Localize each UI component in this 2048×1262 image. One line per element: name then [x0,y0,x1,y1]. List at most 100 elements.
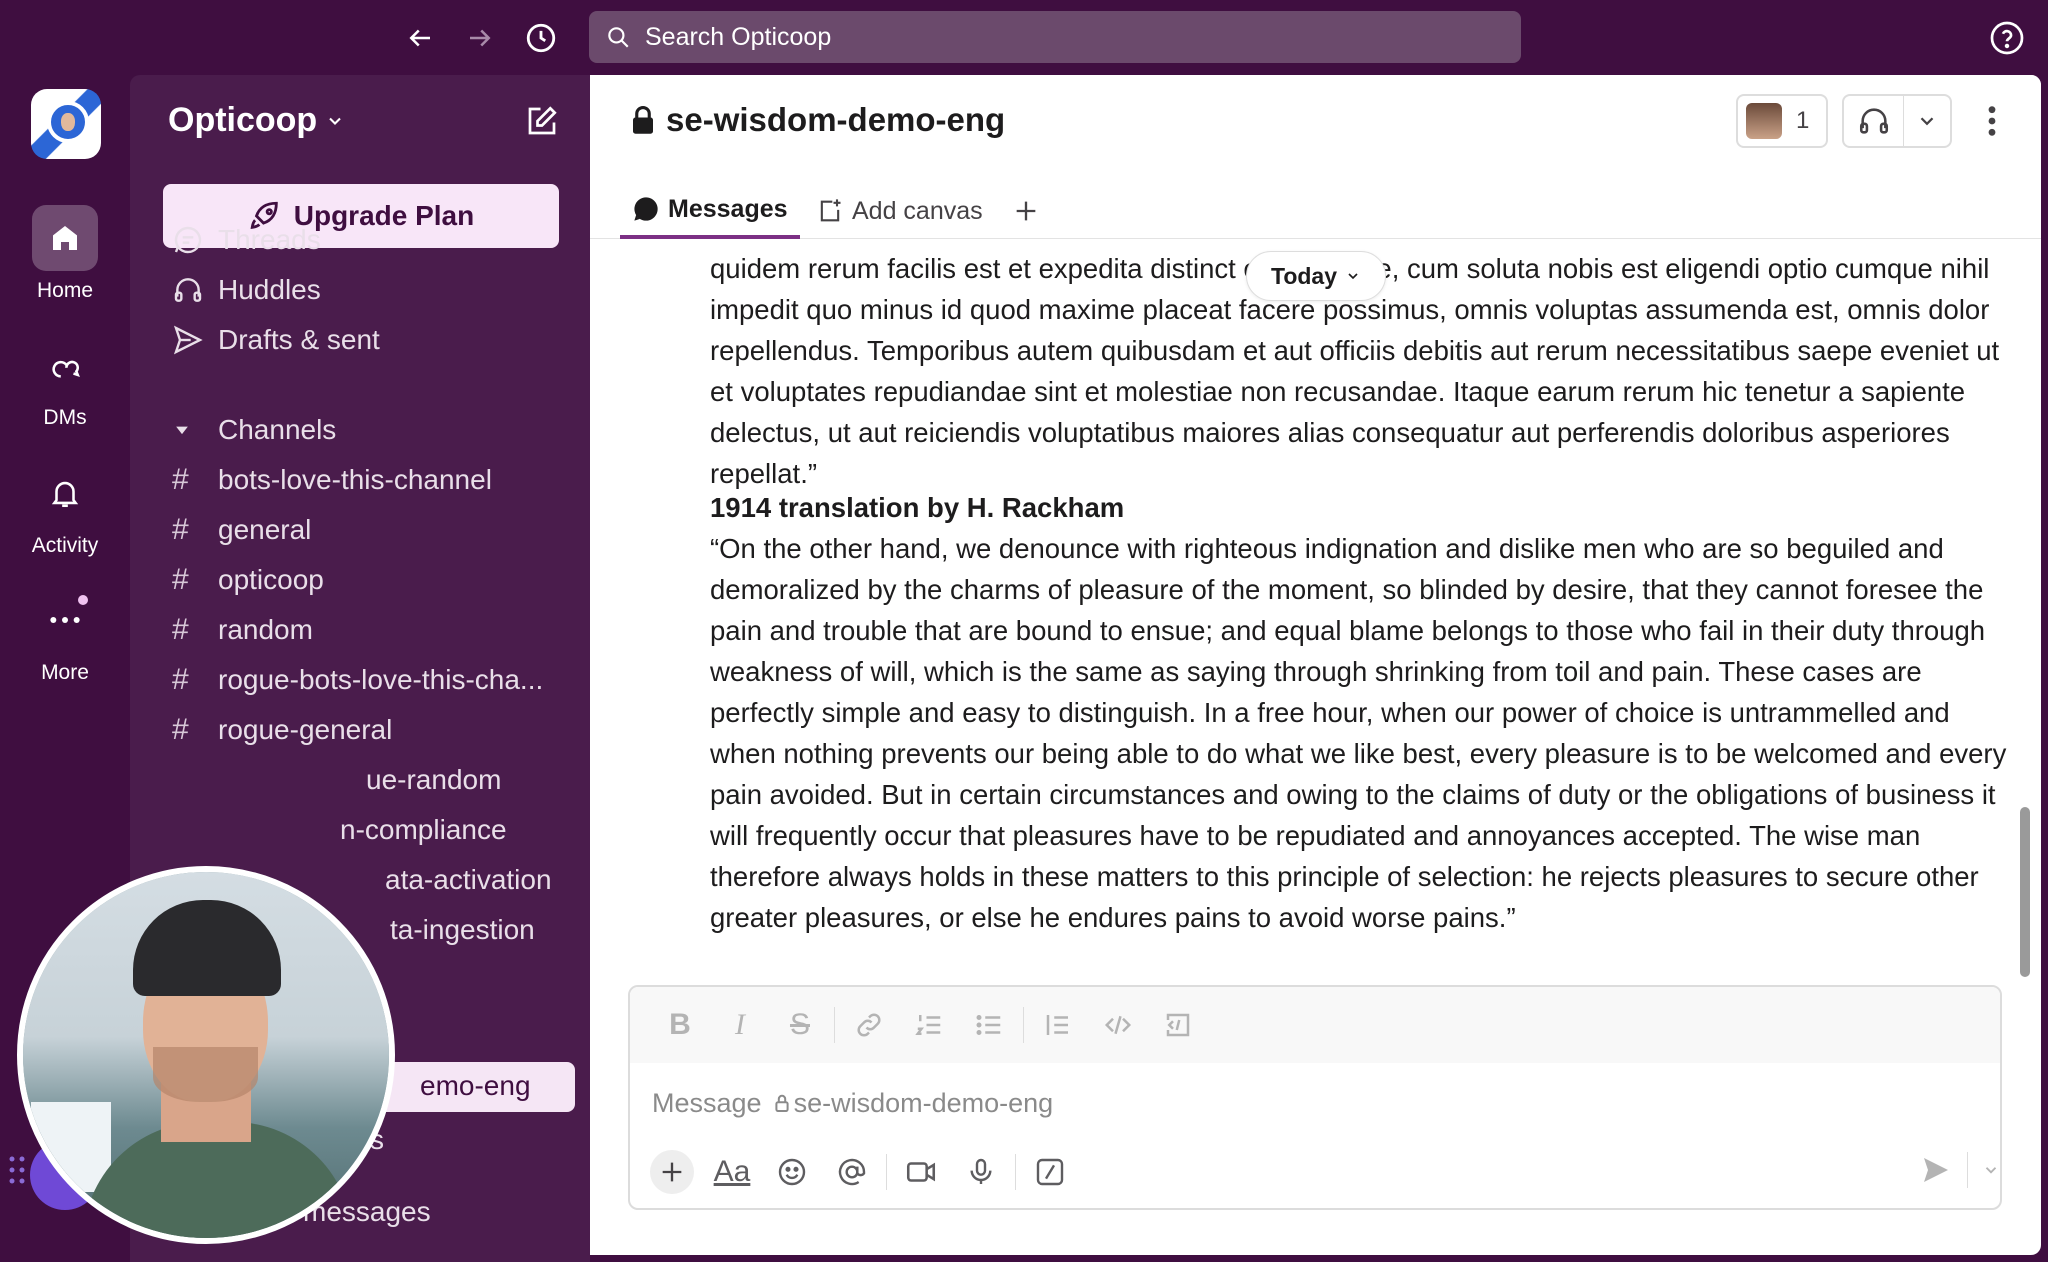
send-button[interactable] [1920,1143,2000,1197]
chevron-down-icon [329,117,341,125]
channel-label: bots-love-this-channel [218,464,492,495]
blockquote-icon[interactable] [1028,995,1088,1055]
link-icon[interactable] [839,995,899,1055]
scrollbar[interactable] [2020,807,2030,977]
message-heading: 1914 translation by H. Rackham [710,492,1125,523]
sidebar-channel[interactable]: n-compliance [340,808,507,852]
huddle-button[interactable] [1842,94,1952,148]
tab-label: Add canvas [852,196,983,225]
toolbar-divider [1015,1154,1016,1190]
channel-label: ue-random [366,764,502,795]
date-divider-label: Today [1270,262,1338,289]
rail-activity-label: Activity [31,534,99,557]
message-placeholder: Message [652,1087,762,1118]
code-icon[interactable] [1088,995,1148,1055]
numbered-list-icon[interactable] [899,995,959,1055]
channels-section-header[interactable]: Channels [172,408,336,452]
sidebar-item-label: Drafts & sent [218,324,380,355]
channel-label: ata-activation [385,864,552,895]
message-bubble-icon [634,197,658,221]
tab-add-canvas[interactable]: Add canvas [816,183,983,239]
channel-header: se-wisdom-demo-eng 1 Messages Add canvas [590,75,2041,239]
message-input[interactable]: Message se-wisdom-demo-eng [652,1083,1952,1123]
video-icon[interactable] [891,1142,951,1202]
rail-dms-label: DMs [43,406,87,429]
lock-icon [633,105,653,134]
caret-down-icon [172,420,206,440]
kebab-menu-icon[interactable] [1974,97,2010,145]
sidebar-channel[interactable]: # rogue-bots-love-this-cha... [172,658,543,702]
chevron-down-icon[interactable] [1904,110,1950,132]
shortcuts-icon[interactable] [1020,1142,1080,1202]
hash-icon: # [172,713,189,746]
webcam-video-bubble[interactable] [17,866,395,1244]
code-block-icon[interactable] [1148,995,1208,1055]
home-icon [32,205,98,271]
hash-icon: # [172,563,189,596]
channel-label: rogue-general [218,714,393,745]
headphones-icon[interactable] [1844,96,1904,146]
sidebar-channel[interactable]: ta-ingestion [390,908,535,952]
sidebar-channel[interactable]: # general [172,508,311,552]
sidebar-channel[interactable]: # rogue-general [172,708,392,752]
send-icon [1924,1158,1948,1182]
workspace-menu[interactable]: Opticoop [168,101,345,140]
sidebar-item-drafts[interactable]: Drafts & sent [172,318,380,362]
search-icon [608,27,629,48]
tab-messages[interactable]: Messages [620,183,800,239]
mention-icon[interactable] [822,1142,882,1202]
microphone-icon[interactable] [951,1142,1011,1202]
emoji-icon[interactable] [762,1142,822,1202]
bold-icon[interactable]: B [650,995,710,1055]
sidebar-item-label: Huddles [218,274,321,305]
more-icon [32,587,98,653]
sidebar-channel[interactable]: # random [172,608,313,652]
rail-activity[interactable]: Activity [0,460,130,558]
member-count-button[interactable]: 1 [1736,94,1828,148]
formatting-toolbar: B I S [630,987,2000,1063]
workspace-name: Opticoop [168,101,318,139]
rail-more-label: More [41,661,89,684]
help-icon[interactable] [1987,18,2027,58]
date-divider-button[interactable]: Today [1246,251,1386,301]
workspace-logo[interactable] [31,89,101,159]
channel-label: ta-ingestion [390,914,535,945]
plus-icon[interactable] [650,1150,694,1194]
message-list[interactable]: quidem rerum facilis est et expedita dis… [590,240,2041,955]
plus-icon [1016,201,1036,221]
back-arrow-icon[interactable] [398,16,442,60]
search-bar[interactable]: Search Opticoop [589,11,1521,63]
bulleted-list-icon[interactable] [959,995,1019,1055]
canvas-icon [820,199,841,222]
channel-title[interactable]: se-wisdom-demo-eng [630,101,1005,139]
rail-more[interactable]: More [0,587,130,685]
history-clock-icon[interactable] [519,16,563,60]
hash-icon: # [172,613,189,646]
channel-label: general [218,514,312,545]
sidebar-channel[interactable]: # bots-love-this-channel [172,458,492,502]
notification-dot [78,595,88,605]
sidebar-channel[interactable]: # opticoop [172,558,324,602]
threads-icon [172,224,206,256]
add-tab-button[interactable] [1012,183,1048,239]
rail-home[interactable]: Home [0,205,130,303]
hash-icon: # [172,663,189,696]
text-format-icon[interactable]: Aa [702,1142,762,1202]
forward-arrow-icon[interactable] [458,16,502,60]
main-pane: se-wisdom-demo-eng 1 Messages Add canvas [590,75,2041,1255]
top-bar: Search Opticoop [0,0,2048,75]
hash-icon: # [172,463,189,496]
compose-icon[interactable] [522,101,562,141]
sidebar-channel[interactable]: ata-activation [385,858,552,902]
tab-label: Messages [668,194,788,223]
channel-label: opticoop [218,564,324,595]
sidebar-item-huddles[interactable]: Huddles [172,268,321,312]
headphones-icon [172,274,206,306]
italic-icon[interactable]: I [710,995,770,1055]
rail-dms[interactable]: DMs [0,332,130,430]
strikethrough-icon[interactable]: S [770,995,830,1055]
sidebar-channel[interactable]: ue-random [366,758,501,802]
sidebar-item-threads[interactable]: Threads [172,218,321,262]
chevron-down-icon[interactable] [1982,1161,2000,1179]
send-icon [172,324,206,356]
